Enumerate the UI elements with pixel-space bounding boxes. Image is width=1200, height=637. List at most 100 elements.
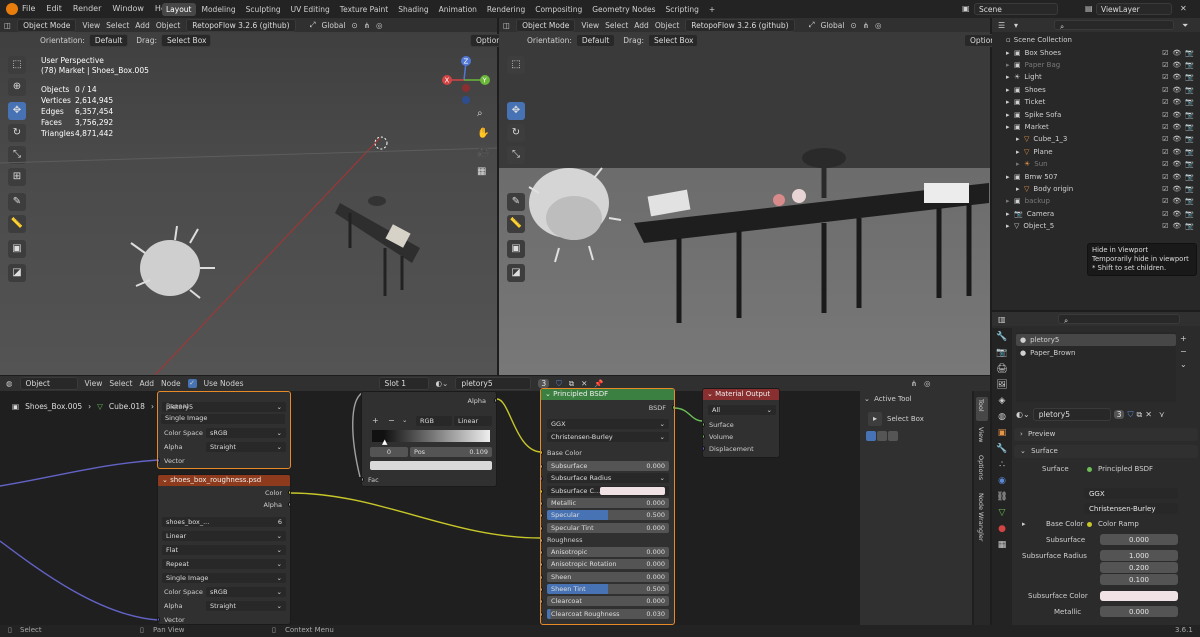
base-color-value[interactable]: Color Ramp	[1098, 520, 1139, 528]
menu-file[interactable]: File	[22, 4, 35, 13]
fake-user-shield-icon[interactable]: ⛉	[1127, 410, 1133, 420]
interpolation-dropdown[interactable]: Linear ⌄	[162, 531, 286, 541]
outliner-search[interactable]: ⌕	[1054, 20, 1174, 31]
sss-method-dropdown[interactable]: Christensen-Burley ⌄	[547, 432, 669, 442]
node-link-icon[interactable]: ⋎	[1159, 410, 1165, 419]
outliner-row[interactable]: ▸ ▽ Object_5 ☑ 👁 📷	[992, 220, 1198, 232]
expand-arrow-icon[interactable]: ▸	[1006, 197, 1014, 205]
exclude-checkbox-icon[interactable]: ☑	[1162, 135, 1168, 143]
image-texture-node[interactable]: ⌄ shoes_box_roughness.psd Color Alpha sh…	[157, 474, 291, 625]
outliner-row[interactable]: ▸ ▣ Box Shoes ☑ 👁 📷	[992, 46, 1198, 58]
render-tab-icon[interactable]: 📷	[996, 348, 1007, 358]
sidebar-tab-tool[interactable]: Tool	[976, 397, 988, 421]
single-image-dropdown[interactable]: Single Image	[161, 414, 285, 424]
surface-shader-value[interactable]: Principled BSDF	[1098, 465, 1153, 473]
eye-icon[interactable]: 👁	[1172, 210, 1181, 218]
unlink-material-icon[interactable]: ✕	[1145, 410, 1152, 419]
camera-render-icon[interactable]: 📷	[1185, 73, 1194, 81]
distribution-dropdown[interactable]: GGX ⌄	[547, 419, 669, 429]
stop-position-field[interactable]: Pos 0.109	[410, 447, 492, 457]
alpha-output-socket[interactable]	[494, 398, 496, 403]
outliner-row[interactable]: ▸ ▽ Plane ☑ 👁 📷	[992, 146, 1198, 158]
metallic-field[interactable]: 0.000	[1100, 606, 1178, 617]
color-space-dropdown[interactable]: sRGB ⌄	[206, 587, 286, 597]
expand-arrow-icon[interactable]: ▸	[1006, 222, 1014, 230]
exclude-checkbox-icon[interactable]: ☑	[1162, 61, 1168, 69]
eye-icon[interactable]: 👁	[1172, 111, 1181, 119]
exclude-checkbox-icon[interactable]: ☑	[1162, 197, 1168, 205]
exclude-checkbox-icon[interactable]: ☑	[1162, 111, 1168, 119]
perspective-grid-icon[interactable]: ▦	[477, 166, 486, 177]
outliner-row[interactable]: ▸ ▣ Spike Sofa ☑ 👁 📷	[992, 108, 1198, 120]
projection-dropdown[interactable]: Flat ⌄	[162, 545, 286, 555]
pan-hand-icon[interactable]: ✋	[477, 128, 489, 139]
copy-material-icon[interactable]: ⧉	[1136, 410, 1142, 420]
outliner-row[interactable]: ▸ ▣ Shoes ☑ 👁 📷	[992, 84, 1198, 96]
tab-modeling[interactable]: Modeling	[198, 3, 240, 16]
input-socket[interactable]	[541, 525, 543, 531]
tab-geometry-nodes[interactable]: Geometry Nodes	[588, 3, 659, 16]
exclude-checkbox-icon[interactable]: ☑	[1162, 148, 1168, 156]
scene-collection-row[interactable]: ▫ Scene Collection	[992, 34, 1198, 46]
camera-render-icon[interactable]: 📷	[1185, 173, 1194, 181]
input-socket[interactable]	[541, 587, 543, 592]
node-header[interactable]: ⌄ Material Output	[703, 389, 779, 400]
eye-icon[interactable]: 👁	[1172, 61, 1181, 69]
expand-arrow-icon[interactable]: ▸	[1006, 98, 1014, 106]
world-tab-icon[interactable]: ◍	[998, 412, 1006, 422]
eye-icon[interactable]: 👁	[1172, 185, 1181, 193]
view-layer-icon[interactable]: ▤	[1085, 4, 1093, 13]
outliner-row[interactable]: ▸ ☀ Light ☑ 👁 📷	[992, 71, 1198, 83]
extension-dropdown[interactable]: Repeat ⌄	[162, 559, 286, 569]
alpha-mode-dropdown[interactable]: Straight ⌄	[206, 601, 286, 611]
remove-stop-icon[interactable]: −	[388, 416, 395, 425]
properties-editor-icon[interactable]: ▥	[998, 315, 1006, 324]
expand-arrow-icon[interactable]: ▸	[1006, 111, 1014, 119]
camera-render-icon[interactable]: 📷	[1185, 222, 1194, 230]
exclude-checkbox-icon[interactable]: ☑	[1162, 173, 1168, 181]
menu-render[interactable]: Render	[73, 4, 101, 13]
tool-tab-icon[interactable]: 🔧	[996, 332, 1007, 342]
camera-render-icon[interactable]: 📷	[1185, 98, 1194, 106]
tab-uv-editing[interactable]: UV Editing	[287, 3, 334, 16]
add-workspace-icon[interactable]: +	[705, 3, 719, 16]
material-slot[interactable]: ● pletory5	[1016, 334, 1176, 346]
bsdf-input-field[interactable]: Subsurface Radius ⌄	[547, 473, 669, 484]
viewport-left[interactable]: ◫ Object Mode View Select Add Object Ret…	[0, 18, 511, 375]
surface-input-socket[interactable]	[703, 422, 705, 427]
bsdf-input-field[interactable]: Metallic 0.000	[547, 497, 669, 508]
outliner-row[interactable]: ▸ ▽ Body origin ☑ 👁 📷	[992, 183, 1198, 195]
target-dropdown[interactable]: All ⌄	[708, 405, 776, 415]
stop-index-field[interactable]: 0	[370, 447, 408, 457]
material-users-count[interactable]: 3	[1113, 410, 1125, 419]
camera-render-icon[interactable]: 📷	[1185, 160, 1194, 168]
tab-shading[interactable]: Shading	[394, 3, 432, 16]
eye-icon[interactable]: 👁	[1172, 73, 1181, 81]
remove-slot-icon[interactable]: −	[1180, 347, 1187, 356]
eye-icon[interactable]: 👁	[1172, 160, 1181, 168]
camera-render-icon[interactable]: 📷	[1185, 185, 1194, 193]
scene-selector[interactable]: Scene	[974, 3, 1058, 15]
color-mode-dropdown[interactable]: RGB	[416, 416, 452, 426]
expand-arrow-icon[interactable]: ▸	[1022, 520, 1026, 528]
input-socket[interactable]	[541, 599, 543, 605]
camera-render-icon[interactable]: 📷	[1185, 210, 1194, 218]
blender-logo-icon[interactable]	[6, 3, 18, 15]
exclude-checkbox-icon[interactable]: ☑	[1162, 222, 1168, 230]
expand-arrow-icon[interactable]: ▸	[1006, 123, 1014, 131]
expand-arrow-icon[interactable]: ▸	[1016, 135, 1024, 143]
camera-render-icon[interactable]: 📷	[1185, 148, 1194, 156]
subsurface-field[interactable]: 0.000	[1100, 534, 1178, 545]
bsdf-output-socket[interactable]	[672, 405, 674, 410]
eye-icon[interactable]: 👁	[1172, 197, 1181, 205]
camera-view-icon[interactable]: 🎥	[477, 147, 489, 158]
expand-arrow-icon[interactable]: ▸	[1006, 73, 1014, 81]
color-space-dropdown[interactable]: sRGB ⌄	[206, 428, 286, 438]
expand-arrow-icon[interactable]: ▸	[1016, 148, 1024, 156]
outliner-row[interactable]: ▸ ▣ Bmw 507 ☑ 👁 📷	[992, 170, 1198, 182]
exclude-checkbox-icon[interactable]: ☑	[1162, 123, 1168, 131]
volume-input-socket[interactable]	[703, 434, 705, 439]
eye-icon[interactable]: 👁	[1172, 123, 1181, 131]
interpolation-dropdown[interactable]: Linear	[454, 416, 492, 426]
particles-tab-icon[interactable]: ∴	[999, 460, 1005, 470]
